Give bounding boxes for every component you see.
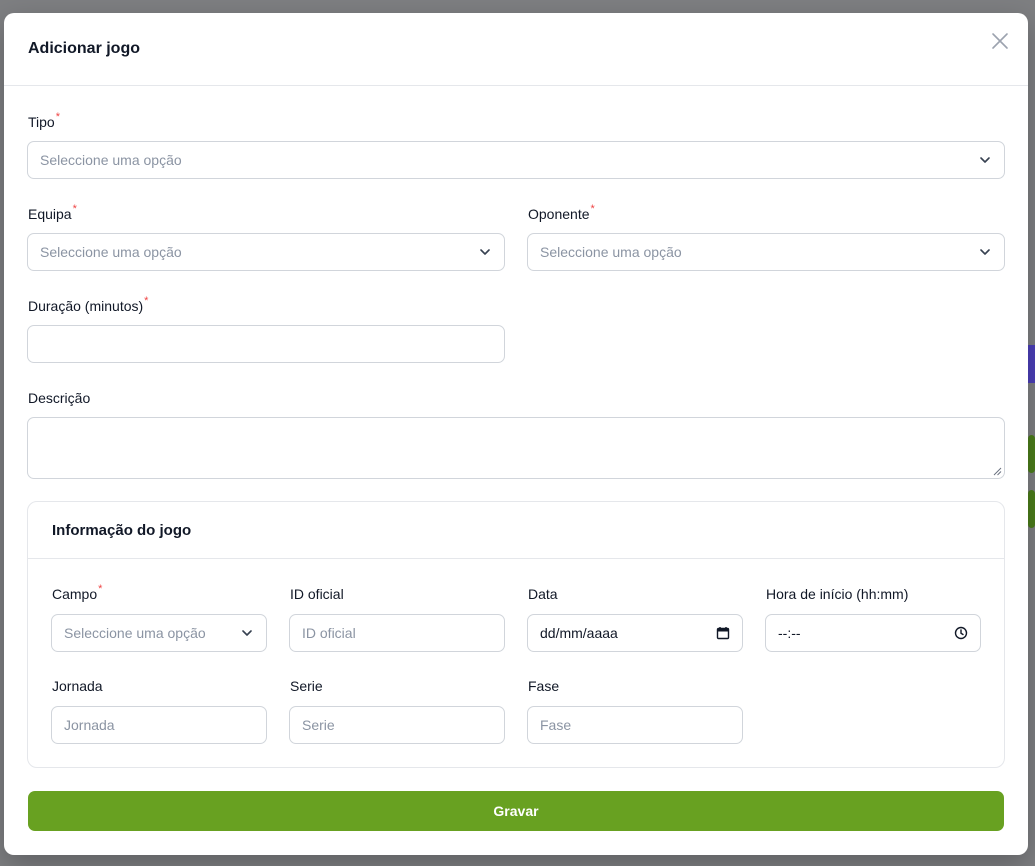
- id-oficial-input[interactable]: ID oficial: [289, 614, 505, 652]
- data-label: Data: [528, 586, 558, 602]
- tipo-select[interactable]: Seleccione uma opção: [27, 141, 1005, 179]
- data-input[interactable]: dd/mm/aaaa: [527, 614, 743, 652]
- backdrop-button: [1028, 435, 1035, 473]
- required-mark: *: [55, 111, 60, 123]
- id-oficial-placeholder: ID oficial: [302, 625, 356, 641]
- fase-placeholder: Fase: [540, 717, 572, 733]
- required-mark: *: [98, 583, 103, 595]
- equipa-select[interactable]: Seleccione uma opção: [27, 233, 505, 271]
- oponente-placeholder: Seleccione uma opção: [540, 244, 682, 260]
- duracao-label-text: Duração (minutos): [28, 298, 144, 314]
- chevron-down-icon: [978, 153, 992, 167]
- campo-label-text: Campo: [52, 586, 98, 602]
- calendar-icon[interactable]: [716, 626, 730, 640]
- game-info-title: Informação do jogo: [52, 522, 192, 539]
- game-info-header: Informação do jogo: [28, 502, 1004, 559]
- equipa-label-text: Equipa: [28, 206, 72, 222]
- backdrop-button: [1028, 490, 1035, 528]
- hora-label: Hora de início (hh:mm): [766, 586, 908, 602]
- duracao-label: Duração (minutos)*: [28, 295, 149, 314]
- game-info-section: Informação do jogo Campo* Seleccione uma…: [27, 501, 1005, 768]
- id-oficial-label-text: ID oficial: [290, 586, 344, 602]
- hora-input[interactable]: --:--: [765, 614, 981, 652]
- clock-icon[interactable]: [954, 626, 968, 640]
- campo-placeholder: Seleccione uma opção: [64, 625, 206, 641]
- descricao-label-text: Descrição: [28, 390, 91, 406]
- tipo-label: Tipo*: [28, 111, 60, 130]
- serie-label: Serie: [290, 678, 323, 694]
- resize-handle-icon[interactable]: [993, 467, 1002, 476]
- jornada-label: Jornada: [52, 678, 103, 694]
- chevron-down-icon: [240, 626, 254, 640]
- duracao-input[interactable]: [27, 325, 505, 363]
- oponente-label-text: Oponente: [528, 206, 590, 222]
- add-game-modal: Adicionar jogo Tipo* Seleccione uma opçã…: [4, 13, 1028, 855]
- chevron-down-icon: [478, 245, 492, 259]
- serie-input[interactable]: Serie: [289, 706, 505, 744]
- required-mark: *: [590, 203, 595, 215]
- jornada-placeholder: Jornada: [64, 717, 115, 733]
- backdrop-accent: [1028, 345, 1035, 383]
- tipo-label-text: Tipo: [28, 114, 55, 130]
- close-icon: [992, 33, 1008, 49]
- required-mark: *: [144, 295, 149, 307]
- save-button[interactable]: Gravar: [28, 791, 1004, 831]
- data-label-text: Data: [528, 586, 558, 602]
- required-mark: *: [72, 203, 77, 215]
- tipo-placeholder: Seleccione uma opção: [40, 152, 182, 168]
- modal-title: Adicionar jogo: [28, 40, 140, 57]
- oponente-select[interactable]: Seleccione uma opção: [527, 233, 1005, 271]
- jornada-input[interactable]: Jornada: [51, 706, 267, 744]
- jornada-label-text: Jornada: [52, 678, 103, 694]
- descricao-label: Descrição: [28, 390, 90, 406]
- equipa-label: Equipa*: [28, 203, 77, 222]
- close-button[interactable]: [990, 31, 1010, 51]
- fase-label: Fase: [528, 678, 559, 694]
- hora-value: --:--: [778, 625, 801, 641]
- campo-select[interactable]: Seleccione uma opção: [51, 614, 267, 652]
- hora-label-text: Hora de início (hh:mm): [766, 586, 909, 602]
- modal-header: Adicionar jogo: [4, 13, 1028, 86]
- chevron-down-icon: [978, 245, 992, 259]
- fase-input[interactable]: Fase: [527, 706, 743, 744]
- fase-label-text: Fase: [528, 678, 560, 694]
- campo-label: Campo*: [52, 583, 103, 602]
- oponente-label: Oponente*: [528, 203, 595, 222]
- serie-placeholder: Serie: [302, 717, 335, 733]
- id-oficial-label: ID oficial: [290, 586, 344, 602]
- data-value: dd/mm/aaaa: [540, 625, 618, 641]
- descricao-textarea[interactable]: [27, 417, 1005, 479]
- equipa-placeholder: Seleccione uma opção: [40, 244, 182, 260]
- serie-label-text: Serie: [290, 678, 323, 694]
